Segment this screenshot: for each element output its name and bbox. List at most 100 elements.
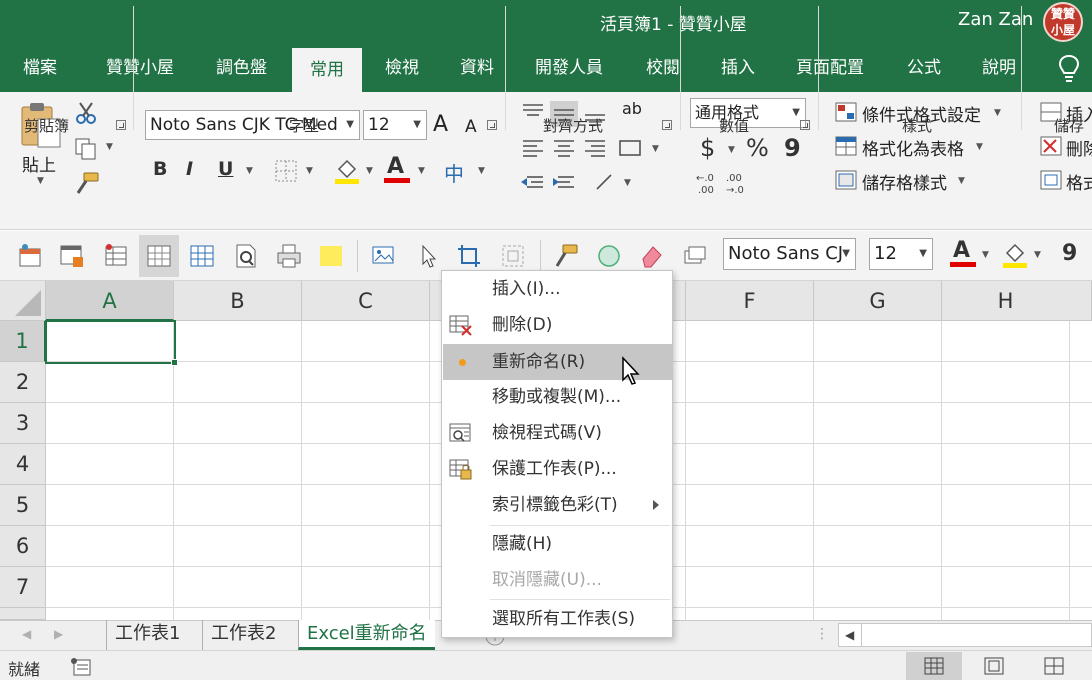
row-header-4[interactable]: 4	[0, 444, 46, 485]
phonetic-dropdown-icon[interactable]: ▼	[478, 166, 485, 176]
orientation-dropdown-icon[interactable]: ▼	[624, 178, 631, 188]
fill-handle[interactable]	[171, 359, 178, 366]
sheet-tab-1[interactable]: 工作表1	[106, 620, 188, 650]
cell-styles-button[interactable]: 儲存格樣式	[862, 169, 947, 194]
quick-fill-color-icon[interactable]	[1002, 242, 1028, 268]
delete-cells-button[interactable]: 刪除	[1066, 135, 1092, 160]
menu-view-code[interactable]: 檢視程式碼(V)	[443, 416, 673, 450]
copy-dropdown-icon[interactable]: ▼	[106, 142, 113, 152]
conditional-dropdown-icon[interactable]: ▼	[994, 108, 1001, 118]
row-header-3[interactable]: 3	[0, 403, 46, 444]
quick-font-name-select[interactable]: Noto Sans CJ ▼	[723, 238, 856, 270]
tab-palette[interactable]: 調色盤	[216, 46, 267, 92]
column-header-h[interactable]: H	[942, 281, 1092, 321]
select-all-corner[interactable]	[0, 281, 46, 321]
workbook-icon[interactable]	[17, 243, 43, 269]
border-dropdown-icon[interactable]: ▼	[306, 166, 313, 176]
page-break-icon[interactable]	[189, 243, 215, 269]
currency-button[interactable]: $	[700, 134, 715, 162]
splitter-handle-icon[interactable]: ⋮	[815, 626, 829, 642]
sheet-tab-2[interactable]: 工作表2	[202, 620, 284, 650]
scroll-left-icon[interactable]: ◀	[845, 628, 854, 642]
cut-icon[interactable]	[74, 101, 98, 125]
tab-home[interactable]: 常用	[292, 48, 362, 92]
tab-view[interactable]: 檢視	[385, 46, 419, 92]
column-header-g[interactable]: G	[814, 281, 942, 321]
menu-select-all-sheets[interactable]: 選取所有工作表(S)	[443, 602, 673, 636]
row-header-2[interactable]: 2	[0, 362, 46, 403]
menu-tab-color[interactable]: 索引標籤色彩(T)	[443, 488, 673, 522]
font-color-button[interactable]: A	[384, 154, 410, 184]
shrink-font-button[interactable]: A	[465, 117, 477, 137]
column-header-a[interactable]: A	[46, 281, 174, 321]
fill-color-icon[interactable]	[334, 157, 360, 185]
font-launcher-icon[interactable]	[487, 120, 497, 130]
sheet-tab-active[interactable]: Excel重新命名	[298, 620, 435, 650]
sheet-scroll-right-icon[interactable]: ▶	[54, 627, 63, 641]
circle-shape-icon[interactable]	[596, 243, 622, 269]
tab-zanzan[interactable]: 贊贊小屋	[106, 46, 174, 92]
menu-hide[interactable]: 隱藏(H)	[443, 527, 673, 561]
grow-font-button[interactable]: A	[433, 112, 448, 137]
merge-dropdown-icon[interactable]: ▼	[652, 144, 659, 154]
alignment-launcher-icon[interactable]	[662, 120, 672, 130]
row-header-5[interactable]: 5	[0, 485, 46, 526]
paste-label[interactable]: 貼上	[22, 151, 56, 176]
clipboard-launcher-icon[interactable]	[116, 120, 126, 130]
border-icon[interactable]	[274, 159, 298, 183]
quick-font-color-button[interactable]: A	[950, 238, 976, 268]
cell-styles-dropdown-icon[interactable]: ▼	[958, 176, 965, 186]
tab-data[interactable]: 資料	[460, 46, 494, 92]
tab-insert[interactable]: 插入	[721, 46, 755, 92]
normal-view-button[interactable]	[906, 652, 962, 680]
menu-protect-sheet[interactable]: 保護工作表(P)...	[443, 452, 673, 486]
gridlines-icon[interactable]	[146, 243, 172, 269]
quick-font-color-dropdown-icon[interactable]: ▼	[982, 250, 989, 260]
font-name-select[interactable]: Noto Sans CJK TC Med ▼	[145, 110, 360, 140]
menu-insert[interactable]: 插入(I)...	[443, 272, 673, 306]
row-header-7[interactable]: 7	[0, 567, 46, 608]
column-header-f[interactable]: F	[686, 281, 814, 321]
macro-record-icon[interactable]	[70, 657, 92, 677]
table-dropdown-icon[interactable]: ▼	[976, 142, 983, 152]
format-cells-button[interactable]: 格式	[1066, 169, 1092, 194]
comma-style-button[interactable]: 9	[784, 134, 801, 162]
column-header-b[interactable]: B	[174, 281, 302, 321]
row-header-8-partial[interactable]	[0, 608, 46, 620]
tab-developer[interactable]: 開發人員	[535, 46, 603, 92]
format-as-table-icon[interactable]	[835, 136, 857, 156]
format-painter-icon[interactable]	[553, 243, 579, 269]
delete-cells-icon[interactable]	[1040, 136, 1062, 156]
tab-help[interactable]: 說明	[982, 46, 1016, 92]
column-header-c[interactable]: C	[302, 281, 430, 321]
highlight-yellow-icon[interactable]	[320, 246, 342, 266]
currency-dropdown-icon[interactable]: ▼	[728, 145, 735, 155]
table-sheet-icon[interactable]	[103, 243, 129, 269]
user-avatar-seal[interactable]: 贊贊小屋	[1043, 2, 1083, 42]
active-cell-a1[interactable]	[45, 320, 176, 364]
underline-button[interactable]: U	[218, 158, 233, 180]
page-break-view-button[interactable]	[1026, 652, 1082, 680]
percent-button[interactable]: %	[746, 134, 769, 162]
print-icon[interactable]	[276, 243, 302, 269]
bold-button[interactable]: B	[153, 158, 167, 180]
italic-button[interactable]: I	[186, 158, 193, 180]
sheet-scroll-left-icon[interactable]: ◀	[22, 627, 31, 641]
font-color-dropdown-icon[interactable]: ▼	[418, 166, 425, 176]
row-header-6[interactable]: 6	[0, 526, 46, 567]
row-header-1[interactable]: 1	[0, 321, 46, 362]
number-launcher-icon[interactable]	[800, 120, 810, 130]
phonetic-guide-button[interactable]: 中	[444, 158, 464, 187]
decimal-icons[interactable]: ←.0.00 .00→.0	[694, 171, 754, 197]
paste-dropdown-icon[interactable]: ▼	[37, 176, 44, 186]
tab-formulas[interactable]: 公式	[907, 46, 941, 92]
cell-styles-icon[interactable]	[835, 170, 857, 190]
quick-fill-dropdown-icon[interactable]: ▼	[1034, 250, 1041, 260]
wrap-text-button[interactable]: ab	[622, 99, 642, 118]
tab-page-layout[interactable]: 頁面配置	[796, 46, 864, 92]
page-layout-view-button[interactable]	[966, 652, 1022, 680]
format-cells-icon[interactable]	[1040, 170, 1062, 190]
fill-color-dropdown-icon[interactable]: ▼	[366, 166, 373, 176]
font-size-select[interactable]: 12 ▼	[363, 110, 427, 140]
quick-comma-button[interactable]: 9	[1062, 241, 1077, 266]
